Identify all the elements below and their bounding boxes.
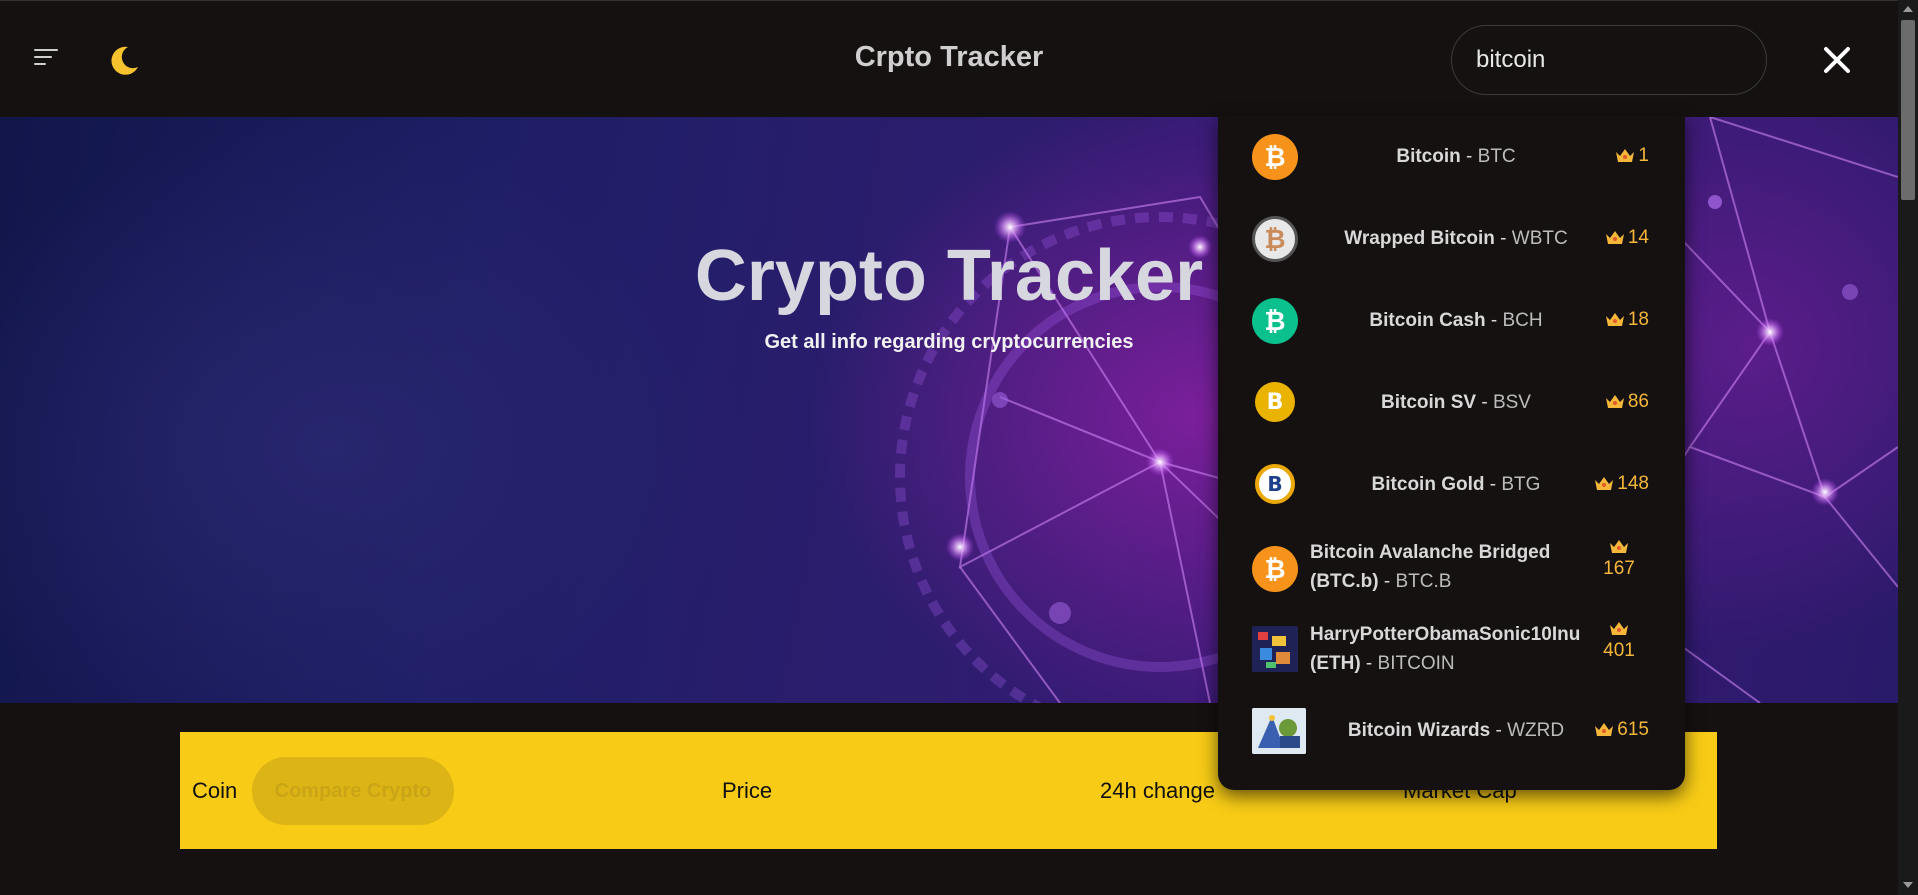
page-scrollbar[interactable]: [1898, 0, 1918, 895]
crown-icon: [1610, 540, 1628, 553]
coin-symbol: BTC.B: [1395, 571, 1452, 592]
search-result-item[interactable]: ₿ Bitcoin Avalanche Bridged (BTC.b) - BT…: [1218, 526, 1685, 608]
coin-symbol: BSV: [1492, 392, 1531, 413]
column-header-price: Price: [722, 778, 773, 803]
coin-name: Bitcoin SV: [1381, 392, 1477, 413]
column-header-24h-change: 24h change: [1100, 778, 1215, 803]
market-cap-rank: 401: [1603, 640, 1635, 661]
coin-name: Wrapped Bitcoin: [1344, 228, 1495, 249]
crown-icon: [1595, 723, 1614, 736]
compare-crypto-button[interactable]: Compare Crypto: [252, 757, 454, 825]
bitcoin-sv-logo-icon: B: [1255, 382, 1295, 422]
market-cap-rank: 148: [1617, 473, 1649, 494]
bitcoin-gold-logo-icon: B: [1255, 464, 1295, 504]
coin-name: Bitcoin Cash: [1369, 310, 1486, 331]
search-result-item[interactable]: Bitcoin Wizards - WZRD 615: [1218, 690, 1685, 772]
bitcoin-logo-icon: ₿: [1252, 134, 1298, 180]
search-result-item[interactable]: ₿ Bitcoin - BTC 1: [1218, 116, 1685, 198]
market-cap-rank: 86: [1627, 391, 1649, 412]
navbar: Crpto Tracker: [0, 0, 1898, 117]
coin-symbol: WBTC: [1511, 228, 1568, 249]
search-result-item[interactable]: ₿ Bitcoin Cash - BCH 18: [1218, 280, 1685, 362]
market-cap-rank: 615: [1617, 719, 1649, 740]
harrypotter-coin-logo-icon: [1252, 626, 1298, 672]
coin-symbol: BCH: [1502, 310, 1543, 331]
market-cap-rank: 18: [1627, 309, 1649, 330]
bitcoin-wizards-logo-icon: [1252, 708, 1306, 754]
column-header-coin: Coin: [192, 778, 238, 803]
search-result-item[interactable]: B Bitcoin Gold - BTG 148: [1218, 444, 1685, 526]
search-result-item[interactable]: HarryPotterObamaSonic10Inu (ETH) - BITCO…: [1218, 608, 1685, 690]
scrollbar-thumb[interactable]: [1901, 20, 1915, 200]
search-input[interactable]: [1451, 25, 1767, 95]
crown-icon: [1605, 231, 1624, 244]
search-result-item[interactable]: ₿ Wrapped Bitcoin - WBTC 14: [1218, 198, 1685, 280]
search-results-dropdown: ₿ Bitcoin - BTC 1 ₿ Wrapped Bitcoin - WB…: [1218, 116, 1685, 790]
market-cap-rank: 1: [1638, 145, 1649, 166]
bitcoin-cash-logo-icon: ₿: [1252, 298, 1298, 344]
crown-icon: [1605, 313, 1624, 326]
coin-symbol: WZRD: [1507, 720, 1565, 741]
crown-icon: [1605, 395, 1624, 408]
wrapped-bitcoin-logo-icon: ₿: [1252, 216, 1298, 262]
search-result-item[interactable]: B Bitcoin SV - BSV 86: [1218, 362, 1685, 444]
crown-icon: [1610, 622, 1628, 635]
scroll-down-arrow-icon[interactable]: [1902, 880, 1914, 890]
coin-symbol: BITCOIN: [1377, 653, 1455, 674]
crown-icon: [1616, 149, 1635, 162]
market-cap-rank: 14: [1627, 227, 1649, 248]
coin-name: Bitcoin Wizards: [1347, 720, 1491, 741]
coin-symbol: BTG: [1501, 474, 1541, 495]
market-cap-rank: 167: [1603, 558, 1635, 579]
coin-name: Bitcoin: [1396, 146, 1461, 167]
bitcoin-avalanche-logo-icon: ₿: [1252, 546, 1298, 592]
scroll-up-arrow-icon[interactable]: [1902, 4, 1914, 14]
crown-icon: [1595, 477, 1614, 490]
coin-symbol: BTC: [1477, 146, 1516, 167]
close-icon[interactable]: [1822, 45, 1852, 75]
coin-name: Bitcoin Gold: [1371, 474, 1485, 495]
